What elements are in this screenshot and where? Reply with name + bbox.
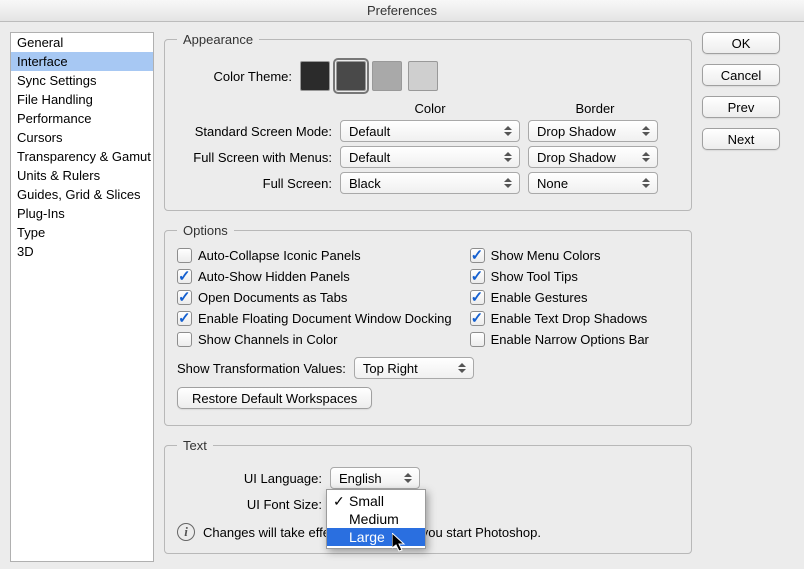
standard-screen-border-select[interactable]: Drop Shadow bbox=[528, 120, 658, 142]
color-theme-swatch-3[interactable] bbox=[372, 61, 402, 91]
full-screen-border-select[interactable]: None bbox=[528, 172, 658, 194]
show-channels-in-color-checkbox[interactable]: Show Channels in Color bbox=[177, 332, 452, 347]
sidebar-item-performance[interactable]: Performance bbox=[11, 109, 153, 128]
auto-collapse-panels-checkbox[interactable]: Auto-Collapse Iconic Panels bbox=[177, 248, 452, 263]
updown-icon bbox=[455, 360, 469, 376]
updown-icon bbox=[639, 175, 653, 191]
open-documents-as-tabs-checkbox[interactable]: Open Documents as Tabs bbox=[177, 290, 452, 305]
full-screen-color-select[interactable]: Black bbox=[340, 172, 520, 194]
text-legend: Text bbox=[177, 438, 213, 453]
full-screen-label: Full Screen: bbox=[177, 176, 332, 191]
ui-font-size-label: UI Font Size: bbox=[177, 497, 322, 512]
enable-text-drop-shadows-checkbox[interactable]: Enable Text Drop Shadows bbox=[470, 311, 649, 326]
show-menu-colors-checkbox[interactable]: Show Menu Colors bbox=[470, 248, 649, 263]
standard-screen-color-select[interactable]: Default bbox=[340, 120, 520, 142]
cancel-button[interactable]: Cancel bbox=[702, 64, 780, 86]
sidebar-item-interface[interactable]: Interface bbox=[11, 52, 153, 71]
standard-screen-mode-label: Standard Screen Mode: bbox=[177, 124, 332, 139]
sidebar-item-cursors[interactable]: Cursors bbox=[11, 128, 153, 147]
updown-icon bbox=[501, 123, 515, 139]
enable-narrow-options-bar-checkbox[interactable]: Enable Narrow Options Bar bbox=[470, 332, 649, 347]
sidebar-item-units-rulers[interactable]: Units & Rulers bbox=[11, 166, 153, 185]
show-tool-tips-checkbox[interactable]: Show Tool Tips bbox=[470, 269, 649, 284]
border-column-header: Border bbox=[530, 101, 660, 116]
font-size-option-medium[interactable]: Medium bbox=[327, 510, 425, 528]
color-column-header: Color bbox=[340, 101, 520, 116]
full-screen-menus-color-select[interactable]: Default bbox=[340, 146, 520, 168]
appearance-legend: Appearance bbox=[177, 32, 259, 47]
font-size-option-large[interactable]: Large bbox=[327, 528, 425, 546]
sidebar-item-sync-settings[interactable]: Sync Settings bbox=[11, 71, 153, 90]
window-title: Preferences bbox=[0, 0, 804, 22]
category-sidebar: General Interface Sync Settings File Han… bbox=[10, 32, 154, 562]
updown-icon bbox=[639, 123, 653, 139]
font-size-option-small[interactable]: Small bbox=[327, 492, 425, 510]
ui-language-label: UI Language: bbox=[177, 471, 322, 486]
sidebar-item-type[interactable]: Type bbox=[11, 223, 153, 242]
enable-floating-docking-checkbox[interactable]: Enable Floating Document Window Docking bbox=[177, 311, 452, 326]
sidebar-item-file-handling[interactable]: File Handling bbox=[11, 90, 153, 109]
ui-font-size-dropdown[interactable]: Small Medium Large bbox=[326, 489, 426, 549]
prev-button[interactable]: Prev bbox=[702, 96, 780, 118]
restore-default-workspaces-button[interactable]: Restore Default Workspaces bbox=[177, 387, 372, 409]
color-theme-swatch-2[interactable] bbox=[336, 61, 366, 91]
updown-icon bbox=[639, 149, 653, 165]
updown-icon bbox=[501, 149, 515, 165]
options-group: Options Auto-Collapse Iconic Panels Auto… bbox=[164, 223, 692, 426]
appearance-group: Appearance Color Theme: Color Border Sta… bbox=[164, 32, 692, 211]
color-theme-label: Color Theme: bbox=[177, 69, 292, 84]
sidebar-item-transparency-gamut[interactable]: Transparency & Gamut bbox=[11, 147, 153, 166]
sidebar-item-plug-ins[interactable]: Plug-Ins bbox=[11, 204, 153, 223]
show-transform-values-select[interactable]: Top Right bbox=[354, 357, 474, 379]
options-legend: Options bbox=[177, 223, 234, 238]
ok-button[interactable]: OK bbox=[702, 32, 780, 54]
color-theme-swatch-4[interactable] bbox=[408, 61, 438, 91]
color-theme-swatch-1[interactable] bbox=[300, 61, 330, 91]
full-screen-menus-border-select[interactable]: Drop Shadow bbox=[528, 146, 658, 168]
show-transform-values-label: Show Transformation Values: bbox=[177, 361, 346, 376]
enable-gestures-checkbox[interactable]: Enable Gestures bbox=[470, 290, 649, 305]
updown-icon bbox=[501, 175, 515, 191]
sidebar-item-guides-grid-slices[interactable]: Guides, Grid & Slices bbox=[11, 185, 153, 204]
auto-show-hidden-panels-checkbox[interactable]: Auto-Show Hidden Panels bbox=[177, 269, 452, 284]
next-button[interactable]: Next bbox=[702, 128, 780, 150]
ui-language-select[interactable]: English bbox=[330, 467, 420, 489]
info-icon: i bbox=[177, 523, 195, 541]
updown-icon bbox=[401, 470, 415, 486]
sidebar-item-3d[interactable]: 3D bbox=[11, 242, 153, 261]
full-screen-menus-label: Full Screen with Menus: bbox=[177, 150, 332, 165]
text-group: Text UI Language: English UI Font Size: … bbox=[164, 438, 692, 554]
sidebar-item-general[interactable]: General bbox=[11, 33, 153, 52]
